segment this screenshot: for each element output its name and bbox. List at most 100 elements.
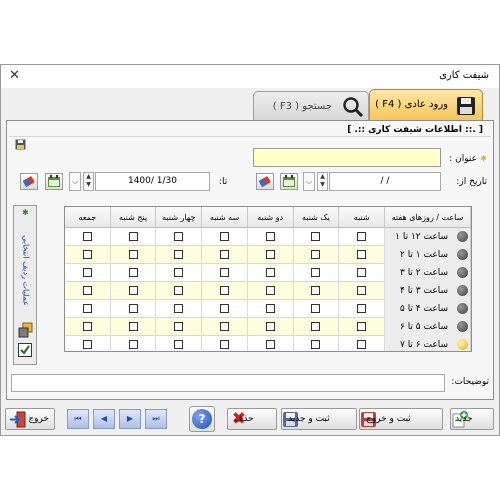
exit-button[interactable]: خروج <box>5 408 55 430</box>
grid-day-header[interactable]: یک شنبه <box>293 207 340 228</box>
date-from-clear-icon[interactable] <box>256 173 274 190</box>
day-checkbox[interactable] <box>82 304 92 313</box>
date-from-calendar-icon[interactable] <box>280 173 298 190</box>
day-checkbox[interactable] <box>311 322 321 331</box>
small-save-icon[interactable] <box>15 139 26 150</box>
date-to-spinner[interactable]: ▲ ▼ <box>83 172 94 191</box>
day-checkbox[interactable] <box>128 232 138 241</box>
day-checkbox[interactable] <box>128 286 138 295</box>
delete-button[interactable]: ✖ حذف <box>227 408 277 430</box>
date-from-label: تاریخ از: <box>456 177 487 187</box>
day-checkbox[interactable] <box>265 340 275 349</box>
day-checkbox[interactable] <box>82 250 92 259</box>
table-row[interactable]: ساعت ۲ تا ۳ <box>65 264 471 282</box>
day-checkbox[interactable] <box>82 268 92 277</box>
grid-day-header[interactable]: پنج شنبه <box>110 207 157 228</box>
day-checkbox[interactable] <box>82 322 92 331</box>
row-actions-label[interactable]: عملیات ردیف انتخابی <box>22 204 31 338</box>
day-checkbox[interactable] <box>174 286 184 295</box>
day-checkbox[interactable] <box>128 304 138 313</box>
grid-day-header[interactable]: جمعه <box>65 207 111 228</box>
day-checkbox[interactable] <box>82 232 92 241</box>
shift-window: شیفت کاری ✕ ورود عادی ( F4 ) جستجو ( F3 … <box>0 64 500 436</box>
day-checkbox[interactable] <box>357 232 367 241</box>
day-checkbox[interactable] <box>265 304 275 313</box>
title-input[interactable] <box>253 148 441 167</box>
day-checkbox[interactable] <box>357 268 367 277</box>
save-exit-button[interactable]: ثبت و خروج <box>359 408 443 430</box>
table-row[interactable]: ساعت ۳ تا ۴ <box>65 282 471 300</box>
day-checkbox[interactable] <box>220 286 229 295</box>
day-checkbox[interactable] <box>265 322 275 331</box>
help-button[interactable]: ? <box>189 406 215 432</box>
nav-last-button[interactable]: ⏭ <box>145 409 167 429</box>
save-disk-icon <box>457 97 475 115</box>
save-new-label: ثبت و جدید <box>288 414 330 424</box>
day-checkbox[interactable] <box>174 250 184 259</box>
day-checkbox[interactable] <box>357 322 367 331</box>
table-row[interactable]: ساعت ۱ تا ۲ <box>65 246 471 264</box>
day-checkbox[interactable] <box>82 340 92 349</box>
description-label: توضیحات: <box>451 377 489 387</box>
day-checkbox[interactable] <box>82 286 92 295</box>
day-checkbox[interactable] <box>357 250 367 259</box>
day-checkbox[interactable] <box>220 304 229 313</box>
day-checkbox[interactable] <box>128 340 138 349</box>
day-checkbox[interactable] <box>174 304 184 313</box>
new-button-label: جدید <box>455 414 473 424</box>
row-status-icon <box>457 303 468 314</box>
day-checkbox[interactable] <box>174 322 184 331</box>
day-checkbox[interactable] <box>220 322 229 331</box>
nav-first-button[interactable]: ⏮ <box>67 409 89 429</box>
grid-day-header[interactable]: چهار شنبه <box>156 207 203 228</box>
select-all-checkbox-icon[interactable] <box>18 343 32 357</box>
day-checkbox[interactable] <box>265 250 275 259</box>
day-checkbox[interactable] <box>265 268 275 277</box>
tab-search[interactable]: جستجو ( F3 ) <box>253 91 369 121</box>
grid-corner-header: ساعت / روزهای هفته <box>385 207 471 228</box>
day-checkbox[interactable] <box>311 340 321 349</box>
day-checkbox[interactable] <box>174 340 184 349</box>
copy-rows-icon[interactable] <box>18 322 34 338</box>
day-checkbox[interactable] <box>311 286 321 295</box>
day-checkbox[interactable] <box>128 268 138 277</box>
day-checkbox[interactable] <box>128 322 138 331</box>
day-checkbox[interactable] <box>311 304 321 313</box>
close-icon[interactable]: ✕ <box>9 68 20 83</box>
day-checkbox[interactable] <box>220 250 229 259</box>
table-row[interactable]: ساعت ۵ تا ۶ <box>65 318 471 336</box>
date-from-dropdown-icon[interactable]: ⌵ <box>303 172 315 191</box>
day-checkbox[interactable] <box>357 340 367 349</box>
day-checkbox[interactable] <box>265 286 275 295</box>
date-to-input[interactable]: 1400/ 1/30 <box>95 172 210 191</box>
day-checkbox[interactable] <box>220 340 229 349</box>
day-checkbox[interactable] <box>357 286 367 295</box>
day-checkbox[interactable] <box>265 232 275 241</box>
table-row[interactable]: ساعت ۶ تا ۷ <box>65 336 471 351</box>
date-to-calendar-icon[interactable] <box>45 173 63 190</box>
nav-next-button[interactable]: ▶ <box>119 409 141 429</box>
day-checkbox[interactable] <box>220 232 229 241</box>
day-checkbox[interactable] <box>220 268 229 277</box>
day-checkbox[interactable] <box>128 250 138 259</box>
day-checkbox[interactable] <box>174 268 184 277</box>
day-checkbox[interactable] <box>311 250 321 259</box>
new-button[interactable]: جدید <box>450 408 494 430</box>
tab-normal-entry[interactable]: ورود عادی ( F4 ) <box>369 89 483 121</box>
date-to-clear-icon[interactable] <box>20 173 38 190</box>
save-new-button[interactable]: ثبت و جدید <box>281 408 357 430</box>
grid-day-header[interactable]: دو شنبه <box>247 207 294 228</box>
grid-day-header[interactable]: شنبه <box>339 207 385 228</box>
grid-day-header[interactable]: سه شنبه <box>202 207 248 228</box>
date-to-dropdown-icon[interactable]: ⌵ <box>69 172 81 191</box>
day-checkbox[interactable] <box>311 268 321 277</box>
day-checkbox[interactable] <box>311 232 321 241</box>
day-checkbox[interactable] <box>174 232 184 241</box>
description-input[interactable] <box>11 374 445 392</box>
day-checkbox[interactable] <box>357 304 367 313</box>
nav-prev-button[interactable]: ◀ <box>93 409 115 429</box>
date-from-input[interactable]: / / <box>329 172 441 191</box>
table-row[interactable]: ساعت ۱۲ تا ۱ <box>65 228 471 246</box>
date-from-spinner[interactable]: ▲ ▼ <box>317 172 328 191</box>
table-row[interactable]: ساعت ۴ تا ۵ <box>65 300 471 318</box>
